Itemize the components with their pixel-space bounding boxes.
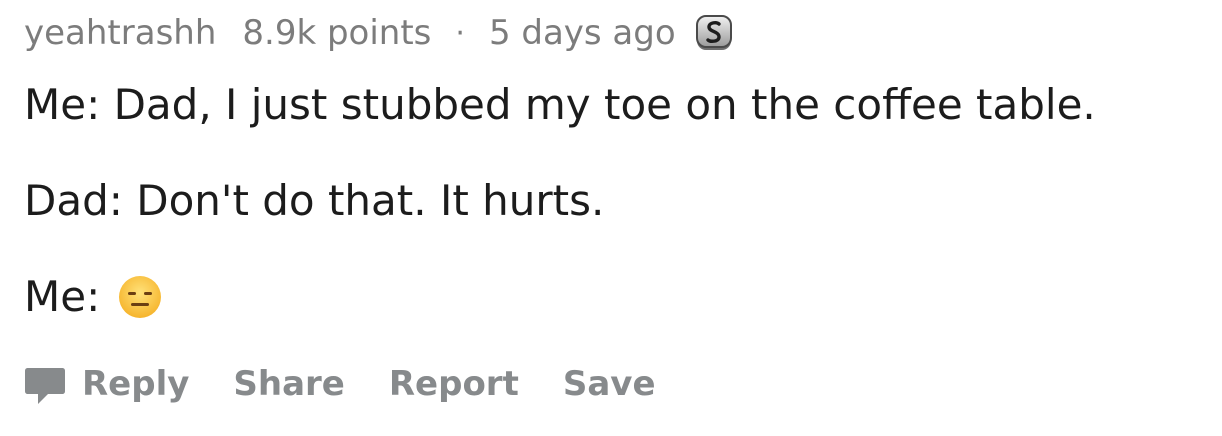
comment-meta: yeahtrashh 8.9k points · 5 days ago xyxy=(24,8,1198,58)
meta-separator: · xyxy=(455,15,465,51)
comment-line-with-emoji: Me: xyxy=(24,272,1198,322)
comment-author[interactable]: yeahtrashh xyxy=(24,13,216,53)
report-label: Report xyxy=(388,364,519,404)
share-button[interactable]: Share xyxy=(233,364,344,404)
comment-actions: Reply Share Report Save xyxy=(24,362,700,406)
reply-button[interactable]: Reply xyxy=(24,362,189,406)
comment-body: Me: Dad, I just stubbed my toe on the co… xyxy=(24,80,1198,322)
reply-label: Reply xyxy=(82,364,190,404)
expressionless-face-icon xyxy=(118,275,162,319)
comment-line: Dad: Don't do that. It hurts. xyxy=(24,176,605,225)
comment-bubble-icon xyxy=(24,362,66,406)
comment: yeahtrashh 8.9k points · 5 days ago Me: … xyxy=(24,8,1198,322)
comment-age[interactable]: 5 days ago xyxy=(489,13,676,53)
comment-line: Me: Dad, I just stubbed my toe on the co… xyxy=(24,80,1096,129)
comment-points: 8.9k points xyxy=(242,13,432,53)
share-label: Share xyxy=(233,364,345,404)
comment-line: Me: xyxy=(24,272,101,321)
save-label: Save xyxy=(562,364,656,404)
save-button[interactable]: Save xyxy=(563,364,656,404)
silver-award-icon[interactable] xyxy=(694,13,734,53)
report-button[interactable]: Report xyxy=(389,364,519,404)
